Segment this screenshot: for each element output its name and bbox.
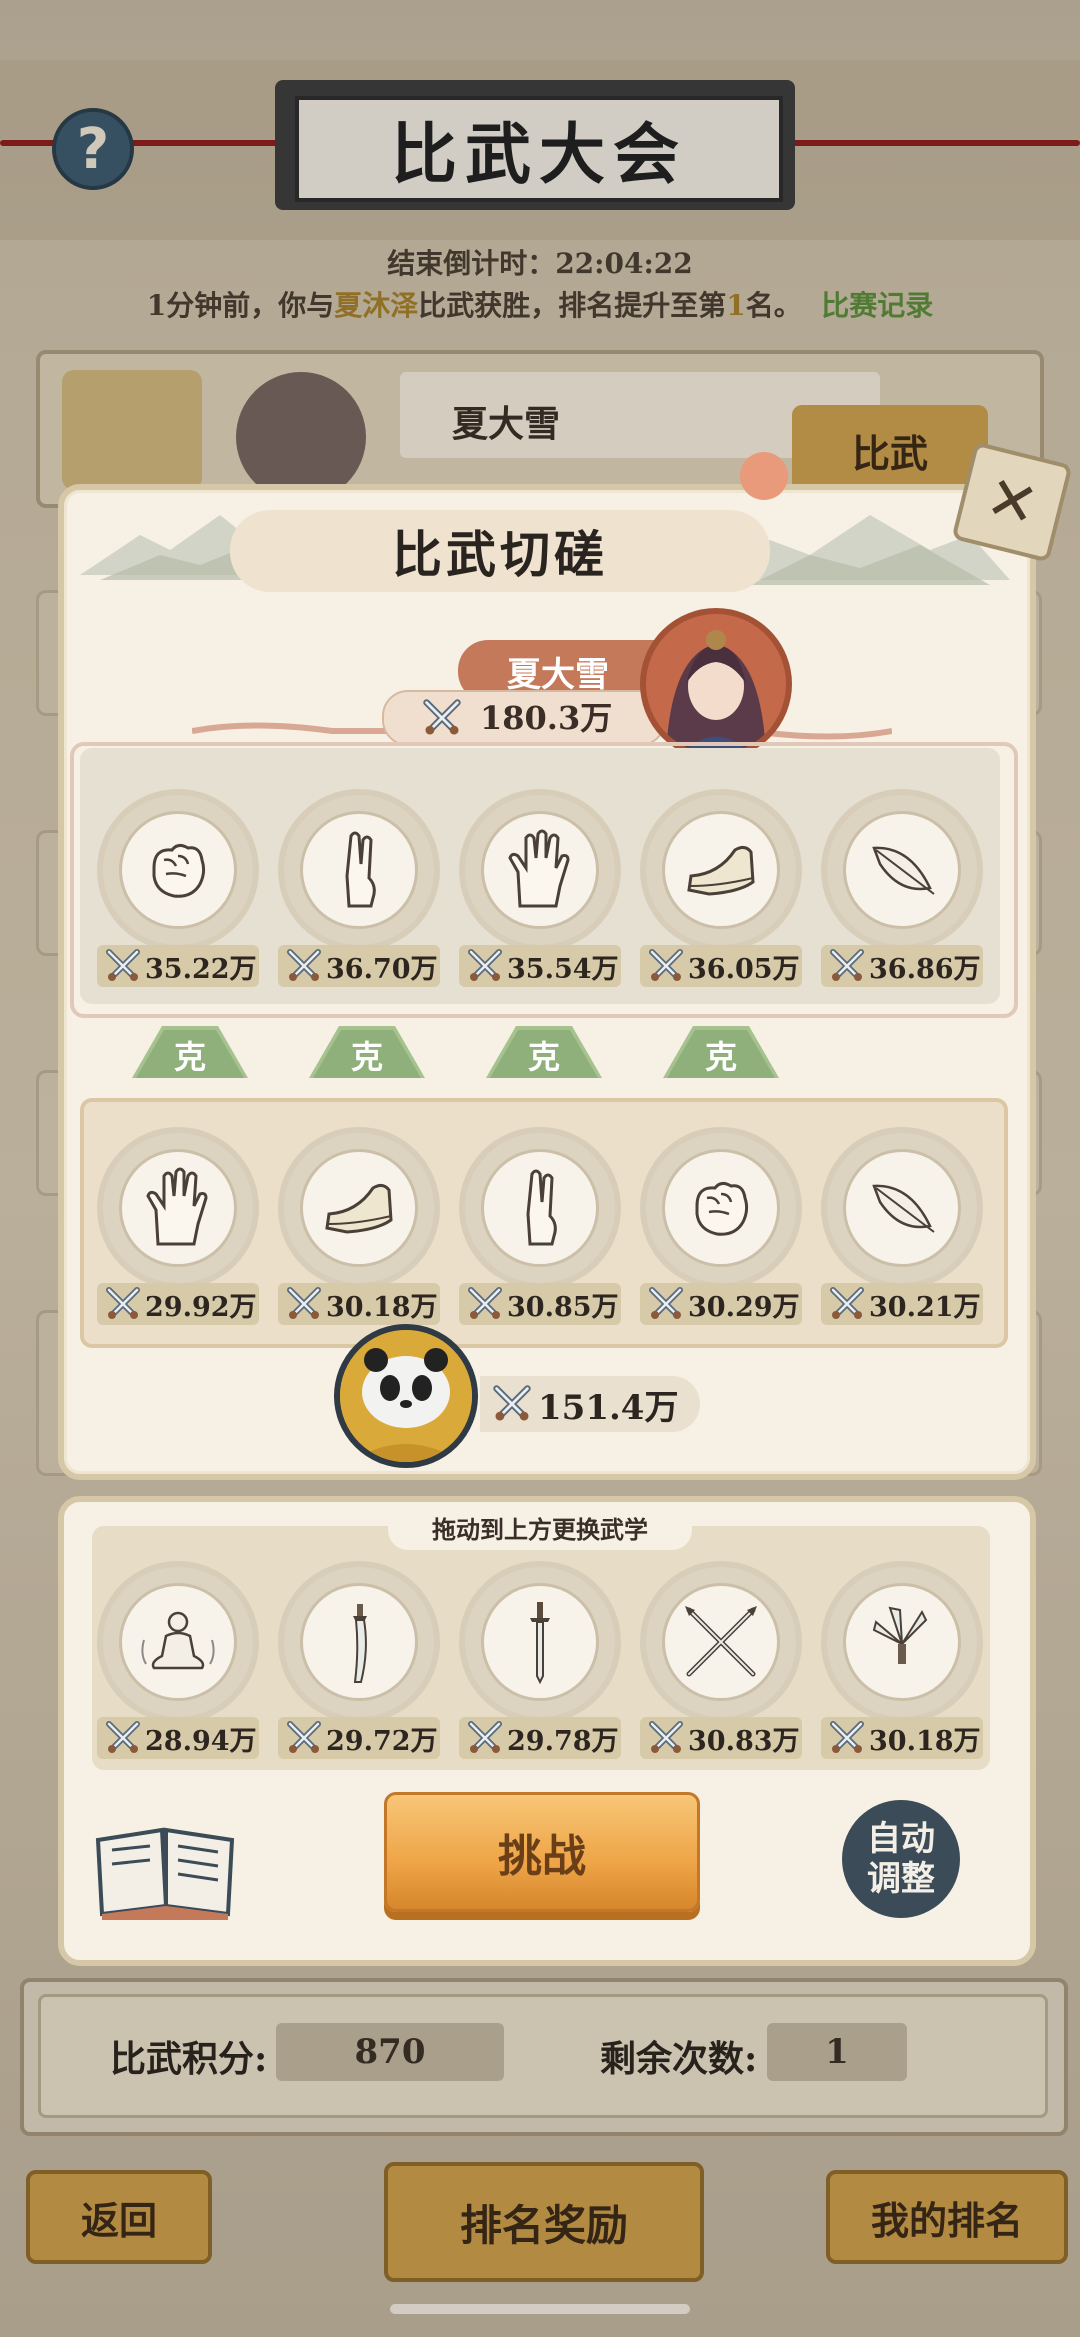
crossed-swords-icon — [830, 949, 864, 981]
auto-adjust-label: 自动调整 — [867, 1819, 935, 1899]
skill-power: 36.86万 — [869, 953, 981, 985]
skill-power: 28.94万 — [145, 1725, 257, 1757]
fist-icon — [152, 843, 206, 898]
crossed-swords-icon — [106, 1287, 140, 1319]
throwing-knives-icon — [872, 1606, 928, 1664]
skill-power: 29.78万 — [507, 1725, 619, 1757]
crossed-swords-icon — [649, 1287, 683, 1319]
challenge-button[interactable]: 挑战 — [384, 1792, 700, 1912]
player-power: 151.4万 — [538, 1387, 679, 1428]
crossed-swords-icon — [287, 1287, 321, 1319]
opponent-avatar — [640, 608, 792, 760]
shoe-icon — [325, 1183, 393, 1234]
open-palm-icon — [508, 829, 570, 908]
close-icon: ✕ — [979, 461, 1045, 543]
crossed-swords-icon — [468, 1287, 502, 1319]
feather-icon — [872, 1184, 935, 1233]
open-palm-icon — [146, 1167, 208, 1246]
crossed-swords-icon — [287, 1721, 321, 1753]
skill-power: 35.54万 — [507, 953, 619, 985]
skill-power: 29.92万 — [145, 1291, 257, 1323]
skill-power: 30.83万 — [688, 1725, 800, 1757]
crossed-swords-icon — [106, 1721, 140, 1753]
counter-marker: 克 — [663, 1022, 779, 1078]
counter-label: 克 — [704, 1038, 737, 1076]
modal-title: 比武切磋 — [392, 525, 608, 584]
counter-marker: 克 — [486, 1022, 602, 1078]
player-avatar — [334, 1324, 478, 1468]
crossed-swords-icon — [493, 1385, 531, 1421]
meditation-icon — [141, 1611, 215, 1670]
shoe-icon — [687, 845, 755, 896]
auto-adjust-button[interactable]: 自动调整 — [842, 1800, 960, 1918]
skill-power: 30.18万 — [326, 1291, 438, 1323]
crossed-swords-icon — [649, 1721, 683, 1753]
counter-label: 克 — [173, 1038, 206, 1076]
skill-power: 30.85万 — [507, 1291, 619, 1323]
two-finger-icon — [526, 1169, 557, 1246]
counter-marker: 克 — [309, 1022, 425, 1078]
feather-icon — [872, 846, 935, 895]
crossed-swords-icon — [649, 949, 683, 981]
sun-decoration — [740, 452, 788, 500]
fist-icon — [695, 1181, 749, 1236]
opponent-power: 180.3万 — [480, 699, 613, 737]
crossed-swords-icon — [287, 949, 321, 981]
sword-icon — [530, 1602, 550, 1684]
crossed-swords-icon — [106, 949, 140, 981]
two-finger-icon — [345, 831, 376, 908]
skill-power: 35.22万 — [145, 953, 257, 985]
saber-icon — [353, 1604, 367, 1683]
crossed-swords-icon — [423, 699, 461, 735]
crossed-swords-icon — [830, 1287, 864, 1319]
skill-power: 36.70万 — [326, 953, 438, 985]
skill-power: 30.21万 — [869, 1291, 981, 1323]
skill-power: 30.29万 — [688, 1291, 800, 1323]
counter-label: 克 — [350, 1038, 383, 1076]
skill-power: 30.18万 — [869, 1725, 981, 1757]
counter-marker: 克 — [132, 1022, 248, 1078]
counter-label: 克 — [527, 1038, 560, 1076]
crossed-swords-icon — [830, 1721, 864, 1753]
crossed-swords-icon — [468, 949, 502, 981]
library-hint: 拖动到上方更换武学 — [432, 1514, 648, 1544]
skill-power: 36.05万 — [688, 953, 800, 985]
crossed-swords-icon — [468, 1721, 502, 1753]
counter-book-icon[interactable] — [92, 1810, 242, 1920]
crossed-spears-icon — [685, 1606, 757, 1677]
skill-power: 29.72万 — [326, 1725, 438, 1757]
